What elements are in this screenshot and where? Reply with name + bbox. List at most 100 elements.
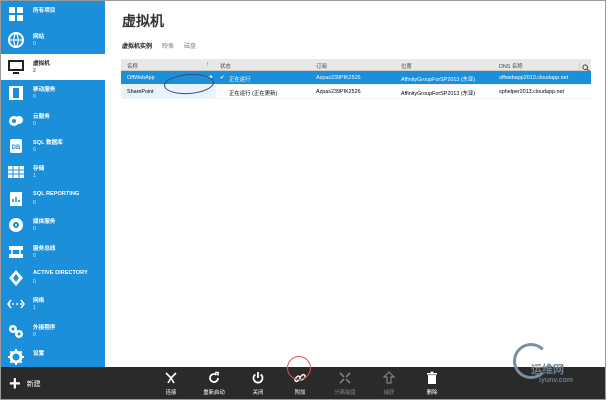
sidebar-item-storage[interactable]: 存储 1 (1, 159, 105, 185)
database-icon: DB (7, 137, 25, 155)
column-header-status[interactable]: 状态 (220, 62, 231, 70)
sidebar-item-service-bus[interactable]: 服务总线 0 (1, 239, 105, 265)
sidebar-item-sql-database[interactable]: DB SQL 数据库 0 (1, 133, 105, 159)
sidebar-item-count: 0 (33, 120, 36, 127)
media-icon (7, 216, 25, 234)
report-icon (7, 190, 25, 208)
sidebar-item-label: 所有项目 (33, 8, 56, 14)
main-content: 虚拟机 虚拟机实例 映像 磁盘 名称 ↑ 状态 订阅 位置 DNS 名称 Off… (105, 1, 605, 367)
capture-icon (382, 371, 396, 384)
column-header-dns[interactable]: DNS 名称 (499, 62, 523, 70)
tab-images[interactable]: 映像 (162, 41, 174, 50)
table-icon (7, 163, 25, 181)
sidebar-item-label: 媒体服务 (33, 219, 56, 226)
restart-button[interactable]: 重新启动 (194, 371, 234, 396)
sidebar-item-count: 0 (33, 146, 36, 153)
connect-button[interactable]: 连接 (151, 371, 191, 396)
tab-vm-instances[interactable]: 虚拟机实例 (122, 41, 152, 50)
delete-label: 删除 (426, 390, 438, 396)
svg-text:DB: DB (12, 145, 21, 151)
addon-icon (7, 322, 25, 340)
sidebar: 所有项目 网站 0 虚拟机 2 移动服务 0 云服务 0 DB SQL 数据库 … (1, 1, 105, 367)
watermark: 运维网 iyunv.com (509, 341, 599, 391)
detach-disk-button[interactable]: 分离磁盘 (325, 371, 365, 396)
sidebar-item-count: 0 (33, 41, 36, 48)
annotation-circle (287, 356, 311, 380)
trash-icon (427, 371, 437, 384)
sidebar-item-label: 外接程序 (33, 324, 56, 331)
column-header-subscription[interactable]: 订阅 (316, 62, 327, 70)
page-title: 虚拟机 (122, 13, 164, 29)
sidebar-item-add-ons[interactable]: 外接程序 0 (1, 318, 105, 344)
sidebar-item-label: ACTIVE DIRECTORY (33, 269, 88, 276)
portal-window: 所有项目 网站 0 虚拟机 2 移动服务 0 云服务 0 DB SQL 数据库 … (0, 0, 606, 400)
sidebar-item-networks[interactable]: 网络 1 (1, 291, 105, 317)
delete-button[interactable]: 删除 (412, 371, 452, 396)
sidebar-item-label: 存储 (33, 166, 45, 173)
tab-disks[interactable]: 磁盘 (184, 41, 196, 50)
shutdown-button[interactable]: 关闭 (238, 371, 278, 396)
check-icon: ✔ (220, 75, 225, 81)
vm-status-cell: 正在运行 (229, 77, 251, 83)
watermark-url: iyunv.com (539, 377, 574, 384)
status-dot-icon: · (220, 89, 222, 95)
sidebar-item-all-items[interactable]: 所有项目 (1, 1, 105, 27)
detach-icon (339, 372, 351, 384)
detach-disk-label: 分离磁盘 (334, 390, 356, 396)
sidebar-item-count: 0 (33, 226, 36, 233)
vm-status-cell: 正在运行 (正在更新) (229, 91, 278, 97)
plus-icon: + (9, 373, 21, 395)
new-button[interactable]: + 新建 (9, 373, 41, 395)
sidebar-item-mobile-services[interactable]: 移动服务 0 (1, 80, 105, 106)
sidebar-item-count: 1 (33, 305, 36, 312)
capture-button[interactable]: 捕获 (369, 371, 409, 396)
capture-label: 捕获 (383, 390, 395, 396)
sidebar-item-label: 服务总线 (33, 245, 56, 252)
column-header-name[interactable]: 名称 (127, 62, 138, 70)
sidebar-item-label: 设置 (33, 351, 45, 358)
sidebar-item-label: SQL REPORTING (33, 190, 80, 197)
sidebar-item-virtual-machines[interactable]: 虚拟机 2 (1, 53, 105, 81)
sidebar-item-label: SQL 数据库 (33, 139, 63, 146)
sidebar-item-sql-reporting[interactable]: SQL REPORTING 0 (1, 186, 105, 212)
vm-subscription-cell: Azpas239PIK2526 (316, 89, 361, 95)
power-icon (252, 372, 264, 384)
monitor-icon (7, 58, 25, 76)
sidebar-item-label: 云服务 (33, 113, 50, 120)
attach-label: 附加 (294, 390, 306, 396)
connect-label: 连接 (165, 390, 177, 396)
sort-ascending-icon[interactable]: ↑ (206, 62, 209, 68)
sidebar-item-count: 0 (33, 94, 36, 101)
column-header-location[interactable]: 位置 (401, 62, 412, 70)
watermark-text: 运维网 (531, 364, 564, 376)
sidebar-item-label: 网络 (33, 298, 45, 305)
sidebar-item-label: 虚拟机 (33, 60, 50, 67)
sidebar-item-settings[interactable]: 设置 (1, 344, 105, 367)
sidebar-item-cloud-services[interactable]: 云服务 0 (1, 107, 105, 133)
restart-icon (209, 371, 219, 383)
sidebar-item-count: 1 (33, 173, 36, 180)
bus-icon (7, 243, 25, 261)
sidebar-item-active-directory[interactable]: ACTIVE DIRECTORY 0 (1, 265, 105, 291)
sidebar-item-websites[interactable]: 网站 0 (1, 27, 105, 53)
sidebar-item-label: 移动服务 (33, 87, 56, 94)
gear-icon (7, 348, 25, 366)
connect-icon (165, 372, 177, 384)
new-label: 新建 (26, 381, 41, 388)
sidebar-item-media-services[interactable]: 媒体服务 0 (1, 212, 105, 238)
grid-header: 名称 ↑ 状态 订阅 位置 DNS 名称 (121, 59, 591, 74)
mobile-icon (7, 84, 25, 102)
vm-location-cell: AffinityGroupForSP2013 (东亚) (401, 77, 476, 83)
sidebar-item-label: 网站 (33, 34, 45, 41)
vm-dns-cell[interactable]: sphelper2013.cloudapp.net (499, 89, 564, 95)
vm-dns-cell[interactable]: offwebapp2013.cloudapp.net (499, 75, 568, 81)
sidebar-item-count: 0 (33, 331, 36, 338)
grid-icon (7, 5, 25, 23)
subtabs: 虚拟机实例 映像 磁盘 (122, 41, 196, 50)
sidebar-item-count: 2 (33, 67, 36, 74)
sidebar-item-count: 0 (33, 199, 36, 206)
restart-label: 重新启动 (203, 390, 225, 396)
sidebar-item-count: 0 (33, 252, 36, 259)
vm-subscription-cell: Azpas239PIK2526 (316, 75, 361, 81)
vm-location-cell: AffinityGroupForSP2013 (东亚) (401, 91, 476, 97)
